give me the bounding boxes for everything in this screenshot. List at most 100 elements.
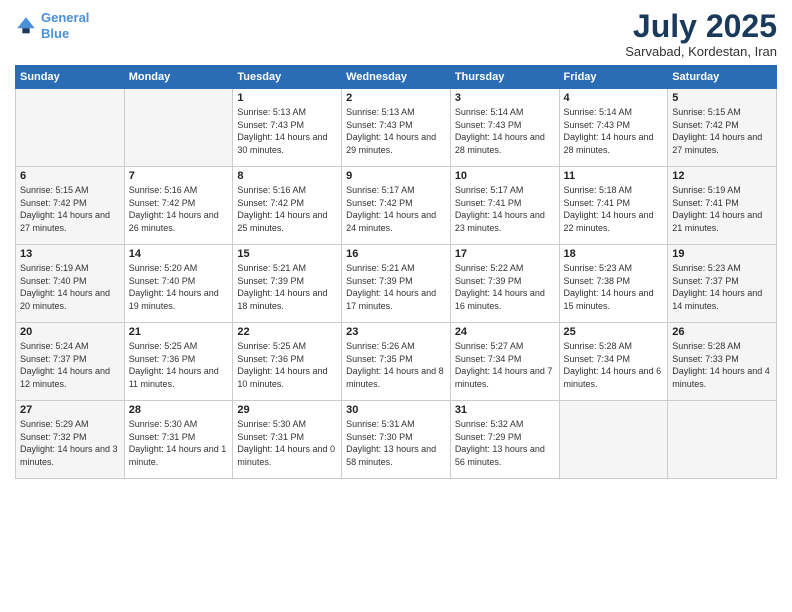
day-number: 10 <box>455 170 555 182</box>
day-detail: Sunrise: 5:20 AM Sunset: 7:40 PM Dayligh… <box>129 262 229 312</box>
table-row <box>124 89 233 167</box>
table-row: 1 Sunrise: 5:13 AM Sunset: 7:43 PM Daylig… <box>233 89 342 167</box>
location: Sarvabad, Kordestan, Iran <box>625 44 777 59</box>
day-detail: Sunrise: 5:14 AM Sunset: 7:43 PM Dayligh… <box>564 106 664 156</box>
table-row: 19 Sunrise: 5:23 AM Sunset: 7:37 PM Dayli… <box>668 245 777 323</box>
calendar-table: Sunday Monday Tuesday Wednesday Thursday… <box>15 65 777 479</box>
day-detail: Sunrise: 5:24 AM Sunset: 7:37 PM Dayligh… <box>20 340 120 390</box>
table-row: 18 Sunrise: 5:23 AM Sunset: 7:38 PM Dayli… <box>559 245 668 323</box>
table-row: 17 Sunrise: 5:22 AM Sunset: 7:39 PM Dayli… <box>450 245 559 323</box>
calendar-week-row: 13 Sunrise: 5:19 AM Sunset: 7:40 PM Dayli… <box>16 245 777 323</box>
table-row: 9Sunrise: 5:17 AM Sunset: 7:42 PM Daylig… <box>342 167 451 245</box>
day-detail: Sunrise: 5:23 AM Sunset: 7:38 PM Dayligh… <box>564 262 664 312</box>
day-number: 4 <box>564 92 664 104</box>
day-number: 6 <box>20 170 120 182</box>
day-detail: Sunrise: 5:27 AM Sunset: 7:34 PM Dayligh… <box>455 340 555 390</box>
table-row: 21 Sunrise: 5:25 AM Sunset: 7:36 PM Dayli… <box>124 323 233 401</box>
day-detail: Sunrise: 5:19 AM Sunset: 7:40 PM Dayligh… <box>20 262 120 312</box>
day-detail: Sunrise: 5:13 AM Sunset: 7:43 PM Dayligh… <box>237 106 337 156</box>
day-number: 22 <box>237 326 337 338</box>
logo-icon <box>15 15 37 37</box>
day-number: 26 <box>672 326 772 338</box>
calendar-week-row: 6 Sunrise: 5:15 AM Sunset: 7:42 PM Daylig… <box>16 167 777 245</box>
title-block: July 2025 Sarvabad, Kordestan, Iran <box>625 10 777 59</box>
day-detail: Sunrise: 5:26 AM Sunset: 7:35 PM Dayligh… <box>346 340 446 390</box>
day-number: 14 <box>129 248 229 260</box>
day-number: 18 <box>564 248 664 260</box>
table-row <box>668 401 777 479</box>
table-row <box>559 401 668 479</box>
day-detail: Sunrise: 5:25 AM Sunset: 7:36 PM Dayligh… <box>129 340 229 390</box>
day-detail: Sunrise: 5:25 AM Sunset: 7:36 PM Dayligh… <box>237 340 337 390</box>
day-detail: Sunrise: 5:29 AM Sunset: 7:32 PM Dayligh… <box>20 418 120 468</box>
day-number: 31 <box>455 404 555 416</box>
table-row: 14 Sunrise: 5:20 AM Sunset: 7:40 PM Dayli… <box>124 245 233 323</box>
header-tuesday: Tuesday <box>233 66 342 89</box>
logo: General Blue <box>15 10 89 41</box>
day-detail: Sunrise: 5:23 AM Sunset: 7:37 PM Dayligh… <box>672 262 772 312</box>
day-detail: Sunrise: 5:31 AM Sunset: 7:30 PM Dayligh… <box>346 418 446 468</box>
day-number: 7 <box>129 170 229 182</box>
day-detail: Sunrise: 5:28 AM Sunset: 7:33 PM Dayligh… <box>672 340 772 390</box>
day-number: 27 <box>20 404 120 416</box>
table-row: 13 Sunrise: 5:19 AM Sunset: 7:40 PM Dayli… <box>16 245 125 323</box>
header-monday: Monday <box>124 66 233 89</box>
table-row: 31 Sunrise: 5:32 AM Sunset: 7:29 PM Dayli… <box>450 401 559 479</box>
table-row: 24 Sunrise: 5:27 AM Sunset: 7:34 PM Dayli… <box>450 323 559 401</box>
header: General Blue July 2025 Sarvabad, Kordest… <box>15 10 777 59</box>
day-detail: Sunrise: 5:17 AM Sunset: 7:42 PM Dayligh… <box>346 184 446 234</box>
logo-text: General Blue <box>41 10 89 41</box>
header-wednesday: Wednesday <box>342 66 451 89</box>
calendar-week-row: 27 Sunrise: 5:29 AM Sunset: 7:32 PM Dayli… <box>16 401 777 479</box>
day-detail: Sunrise: 5:32 AM Sunset: 7:29 PM Dayligh… <box>455 418 555 468</box>
day-detail: Sunrise: 5:14 AM Sunset: 7:43 PM Dayligh… <box>455 106 555 156</box>
day-number: 19 <box>672 248 772 260</box>
table-row: 12Sunrise: 5:19 AM Sunset: 7:41 PM Dayli… <box>668 167 777 245</box>
day-detail: Sunrise: 5:17 AM Sunset: 7:41 PM Dayligh… <box>455 184 555 234</box>
calendar-week-row: 1 Sunrise: 5:13 AM Sunset: 7:43 PM Daylig… <box>16 89 777 167</box>
table-row: 5Sunrise: 5:15 AM Sunset: 7:42 PM Daylig… <box>668 89 777 167</box>
day-number: 20 <box>20 326 120 338</box>
header-friday: Friday <box>559 66 668 89</box>
day-number: 13 <box>20 248 120 260</box>
table-row: 11 Sunrise: 5:18 AM Sunset: 7:41 PM Dayli… <box>559 167 668 245</box>
day-detail: Sunrise: 5:15 AM Sunset: 7:42 PM Dayligh… <box>20 184 120 234</box>
day-number: 2 <box>346 92 446 104</box>
table-row: 15Sunrise: 5:21 AM Sunset: 7:39 PM Dayli… <box>233 245 342 323</box>
calendar-header-row: Sunday Monday Tuesday Wednesday Thursday… <box>16 66 777 89</box>
table-row: 27 Sunrise: 5:29 AM Sunset: 7:32 PM Dayli… <box>16 401 125 479</box>
table-row: 26 Sunrise: 5:28 AM Sunset: 7:33 PM Dayli… <box>668 323 777 401</box>
table-row: 4 Sunrise: 5:14 AM Sunset: 7:43 PM Daylig… <box>559 89 668 167</box>
page-container: General Blue July 2025 Sarvabad, Kordest… <box>0 0 792 489</box>
day-number: 17 <box>455 248 555 260</box>
header-saturday: Saturday <box>668 66 777 89</box>
day-detail: Sunrise: 5:22 AM Sunset: 7:39 PM Dayligh… <box>455 262 555 312</box>
day-detail: Sunrise: 5:16 AM Sunset: 7:42 PM Dayligh… <box>129 184 229 234</box>
table-row: 28Sunrise: 5:30 AM Sunset: 7:31 PM Dayli… <box>124 401 233 479</box>
day-number: 23 <box>346 326 446 338</box>
day-number: 25 <box>564 326 664 338</box>
day-number: 11 <box>564 170 664 182</box>
day-detail: Sunrise: 5:18 AM Sunset: 7:41 PM Dayligh… <box>564 184 664 234</box>
day-number: 24 <box>455 326 555 338</box>
day-number: 1 <box>237 92 337 104</box>
day-number: 29 <box>237 404 337 416</box>
table-row: 20 Sunrise: 5:24 AM Sunset: 7:37 PM Dayli… <box>16 323 125 401</box>
day-detail: Sunrise: 5:28 AM Sunset: 7:34 PM Dayligh… <box>564 340 664 390</box>
day-number: 28 <box>129 404 229 416</box>
table-row: 16Sunrise: 5:21 AM Sunset: 7:39 PM Dayli… <box>342 245 451 323</box>
day-detail: Sunrise: 5:21 AM Sunset: 7:39 PM Dayligh… <box>346 262 446 312</box>
table-row: 10 Sunrise: 5:17 AM Sunset: 7:41 PM Dayli… <box>450 167 559 245</box>
table-row <box>16 89 125 167</box>
table-row: 3Sunrise: 5:14 AM Sunset: 7:43 PM Daylig… <box>450 89 559 167</box>
table-row: 29Sunrise: 5:30 AM Sunset: 7:31 PM Dayli… <box>233 401 342 479</box>
day-detail: Sunrise: 5:13 AM Sunset: 7:43 PM Dayligh… <box>346 106 446 156</box>
table-row: 30Sunrise: 5:31 AM Sunset: 7:30 PM Dayli… <box>342 401 451 479</box>
table-row: 2 Sunrise: 5:13 AM Sunset: 7:43 PM Daylig… <box>342 89 451 167</box>
day-detail: Sunrise: 5:19 AM Sunset: 7:41 PM Dayligh… <box>672 184 772 234</box>
table-row: 23 Sunrise: 5:26 AM Sunset: 7:35 PM Dayli… <box>342 323 451 401</box>
table-row: 22 Sunrise: 5:25 AM Sunset: 7:36 PM Dayli… <box>233 323 342 401</box>
table-row: 6 Sunrise: 5:15 AM Sunset: 7:42 PM Daylig… <box>16 167 125 245</box>
header-thursday: Thursday <box>450 66 559 89</box>
day-number: 21 <box>129 326 229 338</box>
